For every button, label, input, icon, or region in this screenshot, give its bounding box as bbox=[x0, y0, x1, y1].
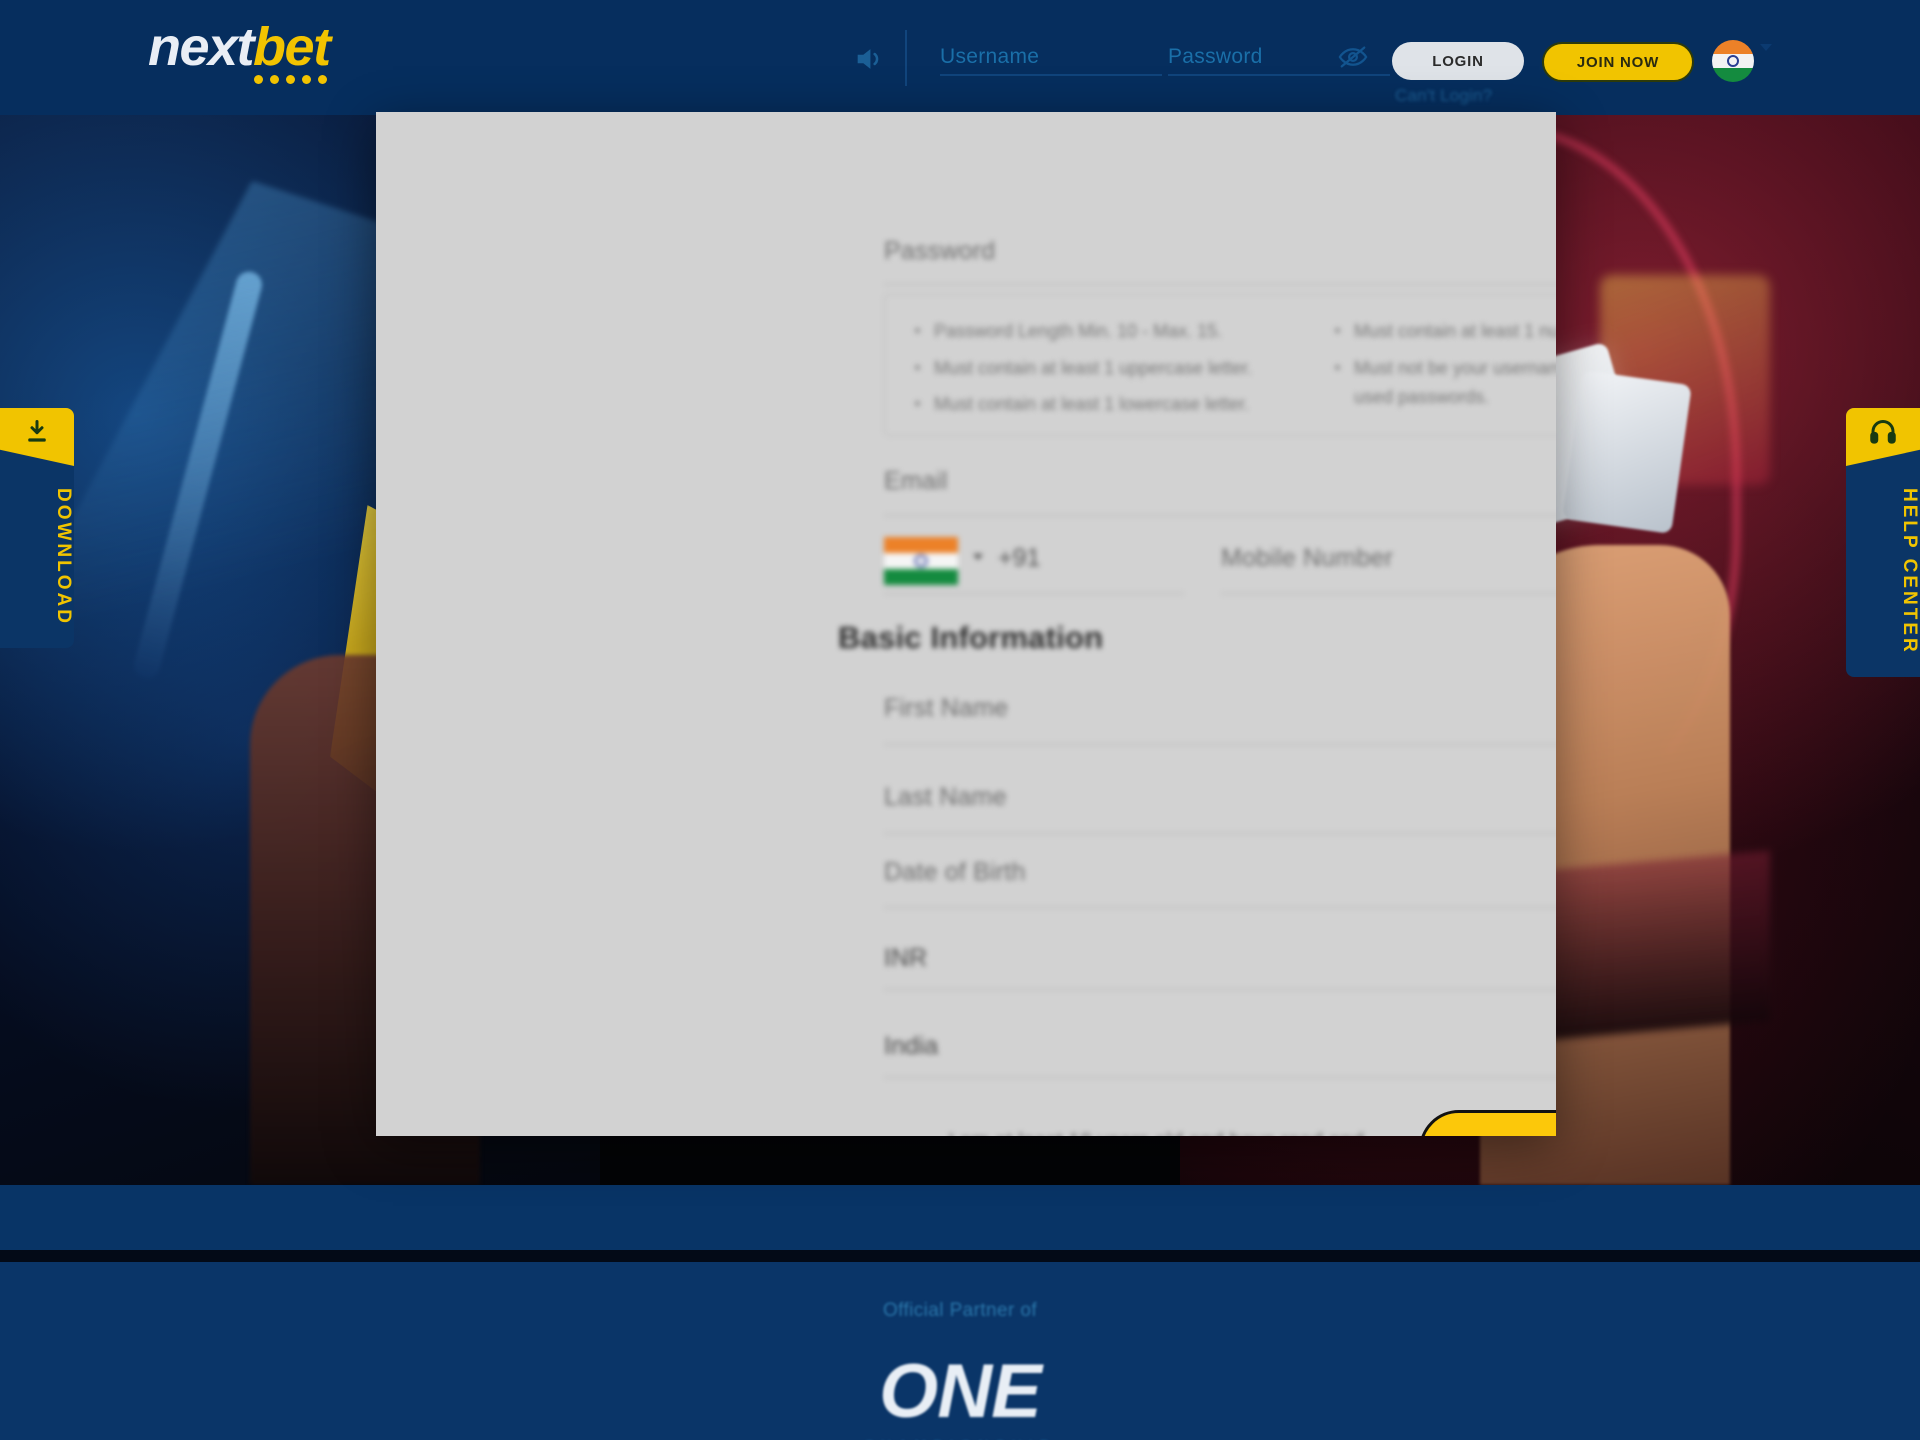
date-of-birth-field-label: Date of Birth bbox=[884, 858, 1026, 886]
login-button[interactable]: LOGIN bbox=[1392, 42, 1524, 80]
password-field-label: Password bbox=[884, 237, 996, 265]
site-header: nextbet Username Password LOGIN JOIN NOW… bbox=[0, 0, 1920, 115]
footer-divider bbox=[0, 1250, 1920, 1262]
username-placeholder: Username bbox=[940, 45, 1040, 68]
registration-modal: Password Password Length Min. 10 - Max. … bbox=[376, 112, 1556, 1136]
hero-card-shape-2 bbox=[1562, 370, 1692, 534]
last-name-underline bbox=[884, 833, 1556, 834]
language-flag-button[interactable] bbox=[1712, 40, 1754, 82]
one-championship-logo: ONE CHAMPIONSHIP bbox=[0, 1348, 1920, 1440]
india-flag-icon bbox=[1712, 40, 1754, 82]
password-rule-item: Password Length Min. 10 - Max. 15. bbox=[915, 317, 1315, 347]
password-rules-box: Password Length Min. 10 - Max. 15. Must … bbox=[884, 294, 1556, 436]
country-code-flag-icon bbox=[884, 537, 958, 585]
currency-select-underline bbox=[884, 989, 1556, 990]
email-field-label: Email bbox=[884, 467, 948, 495]
terms-text: I am at least 18 years old and have read… bbox=[948, 1130, 1364, 1136]
logo-text-next: next bbox=[148, 17, 255, 77]
country-select-underline bbox=[884, 1077, 1556, 1078]
username-input[interactable]: Username bbox=[940, 42, 1162, 76]
cant-login-link[interactable]: Can't Login? bbox=[1395, 86, 1492, 106]
last-name-field-label: Last Name bbox=[884, 783, 1007, 811]
currency-select-value[interactable]: INR bbox=[884, 944, 927, 973]
basic-information-heading: Basic Information bbox=[838, 620, 1104, 655]
password-rule-text: Must contain at least 1 number. bbox=[1354, 321, 1556, 341]
help-tab-cap bbox=[1846, 408, 1920, 466]
download-tab-cap bbox=[0, 408, 74, 466]
password-rule-item: Must contain at least 1 lowercase letter… bbox=[915, 390, 1315, 420]
hero-blade-shape bbox=[131, 268, 265, 682]
one-logo-word: ONE bbox=[879, 1349, 1042, 1434]
brand-logo[interactable]: nextbet bbox=[148, 17, 331, 77]
country-select-value[interactable]: India bbox=[884, 1032, 938, 1061]
password-rule-item: Must contain at least 1 number. bbox=[1335, 317, 1556, 347]
date-of-birth-underline bbox=[884, 907, 1556, 908]
logo-text-bet: bet bbox=[253, 17, 331, 77]
speaker-announcement-icon[interactable] bbox=[852, 42, 886, 76]
join-now-button[interactable]: JOIN NOW bbox=[1542, 42, 1694, 82]
footer-top-strip bbox=[0, 1185, 1920, 1250]
create-account-button[interactable]: CREATE ACCOUNT bbox=[1419, 1110, 1556, 1136]
password-rule-text: Must contain at least 1 uppercase letter… bbox=[934, 357, 1253, 378]
password-field-underline bbox=[884, 284, 1556, 285]
password-rules-right-column: Must contain at least 1 number. Must not… bbox=[1335, 317, 1556, 420]
terms-consent-text: I am at least 18 years old and have read… bbox=[916, 1127, 1396, 1136]
page-root: DOWNLOAD HELP CENTER nextbet Username Pa… bbox=[0, 0, 1920, 1440]
eye-slash-icon[interactable] bbox=[1338, 45, 1368, 69]
official-partner-label: Official Partner of bbox=[882, 1300, 1038, 1321]
mobile-number-underline bbox=[1221, 593, 1556, 594]
help-tab-label: HELP CENTER bbox=[1899, 488, 1920, 655]
sidebar-tab-help-center[interactable]: HELP CENTER bbox=[1846, 408, 1920, 677]
logo-dots-decoration bbox=[254, 75, 327, 84]
password-rule-text: Must contain at least 1 lowercase letter… bbox=[934, 394, 1250, 415]
download-tab-label: DOWNLOAD bbox=[53, 488, 74, 626]
first-name-field-label: First Name bbox=[884, 694, 1009, 722]
site-footer: Official Partner of ONE CHAMPIONSHIP bbox=[0, 1262, 1920, 1440]
password-rule-text: Must not be your username or another com… bbox=[1354, 357, 1556, 408]
header-divider bbox=[905, 30, 907, 86]
download-icon bbox=[22, 418, 52, 453]
country-code-underline bbox=[884, 593, 1184, 594]
password-rule-item: Must contain at least 1 uppercase letter… bbox=[915, 354, 1315, 384]
password-placeholder: Password bbox=[1168, 45, 1263, 68]
chevron-down-icon[interactable] bbox=[1760, 44, 1772, 51]
password-rules-left-column: Password Length Min. 10 - Max. 15. Must … bbox=[915, 317, 1315, 427]
mobile-number-field-label: Mobile Number bbox=[1221, 544, 1394, 572]
password-rule-text: Password Length Min. 10 - Max. 15. bbox=[934, 321, 1223, 341]
headset-support-icon bbox=[1868, 418, 1898, 453]
email-field-underline bbox=[884, 515, 1556, 516]
country-code-chevron-down-icon[interactable] bbox=[973, 554, 983, 560]
modal-blurred-content: Password Password Length Min. 10 - Max. … bbox=[376, 112, 1556, 1136]
country-code-value: +91 bbox=[998, 544, 1041, 572]
sidebar-tab-download[interactable]: DOWNLOAD bbox=[0, 408, 74, 648]
first-name-underline bbox=[884, 744, 1556, 745]
password-rule-item: Must not be your username or another com… bbox=[1335, 354, 1556, 413]
